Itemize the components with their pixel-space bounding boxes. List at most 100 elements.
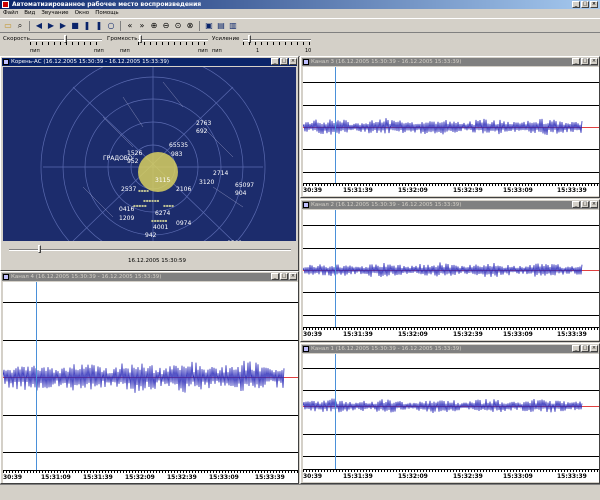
time-label: 15:33:09 — [209, 474, 239, 481]
radar-time-slider-thumb[interactable] — [38, 245, 41, 253]
channel-3-waveform[interactable] — [303, 67, 599, 183]
play-forward-icon[interactable]: ▶ — [58, 21, 68, 31]
minimize-button[interactable]: _ — [572, 201, 580, 208]
channel-3-controls: _ □ × — [572, 58, 598, 65]
menu-window[interactable]: Окно — [75, 9, 90, 18]
time-label: 15:33:09 — [503, 187, 533, 194]
maximize-button[interactable]: □ — [581, 1, 589, 8]
time-label: 15:31:39 — [343, 473, 373, 480]
radar-target-label: 65097 — [235, 182, 254, 189]
maximize-button[interactable]: □ — [280, 58, 288, 65]
skip-forward-icon[interactable]: » — [137, 21, 147, 31]
stop-icon[interactable]: ■ — [70, 21, 80, 31]
rewind-icon[interactable]: ◀ — [34, 21, 44, 31]
radar-display[interactable]: ГРАДОВО 2763 692 65535 983 2714 65097 90… — [3, 67, 296, 241]
volume-tick-min: пип — [120, 48, 130, 54]
gain-slider-track[interactable] — [243, 39, 311, 41]
channel-3-titlebar[interactable]: Канал 3 (16.12.2005 15:30:39 - 16.12.200… — [302, 58, 598, 66]
radar-target-label: 3120 — [199, 179, 214, 186]
channel-1-titlebar[interactable]: Канал 1 (16.12.2005 15:30:39 - 16.12.200… — [302, 345, 598, 353]
close-button[interactable]: × — [590, 201, 598, 208]
menu-view[interactable]: Вид — [24, 9, 35, 18]
channel-window-icon — [303, 202, 309, 208]
channel-4-waveform[interactable] — [3, 282, 298, 470]
channel-2-window: Канал 2 (16.12.2005 15:30:39 - 16.12.200… — [300, 199, 600, 342]
svg-text:▪▪▪▪: ▪▪▪▪ — [163, 203, 174, 208]
minimize-button[interactable]: _ — [572, 58, 580, 65]
playback-cursor[interactable] — [36, 282, 37, 470]
radar-target-label: 952 — [127, 158, 139, 165]
minimize-button[interactable]: _ — [271, 58, 279, 65]
time-label: 15:32:39 — [453, 473, 483, 480]
zoom-out-icon[interactable]: ⊖ — [161, 21, 171, 31]
radar-window: Корень-АС (16.12.2005 15:30:39 - 16.12.2… — [0, 56, 299, 271]
channel-3-time-scale: 30:39 15:31:39 15:32:09 15:32:39 15:33:0… — [303, 183, 599, 196]
maximize-button[interactable]: □ — [581, 345, 589, 352]
close-button[interactable]: × — [590, 345, 598, 352]
playback-cursor[interactable] — [335, 210, 336, 327]
minimize-button[interactable]: _ — [572, 345, 580, 352]
pause-alt-icon[interactable]: ❚ — [94, 21, 104, 31]
radar-target-label: 0974 — [176, 220, 191, 227]
time-label: 30:39 — [303, 331, 323, 338]
toolbar-separator — [199, 20, 200, 31]
time-label: 15:32:09 — [398, 187, 428, 194]
channel-window-icon — [303, 59, 309, 65]
loop-icon[interactable]: ○ — [106, 21, 116, 31]
menu-file[interactable]: Файл — [3, 9, 18, 18]
radar-target-label: 0501 — [227, 240, 242, 241]
tile-icon[interactable]: ▤ — [216, 21, 226, 31]
close-button[interactable]: × — [590, 1, 598, 8]
channel-2-controls: _ □ × — [572, 201, 598, 208]
maximize-button[interactable]: □ — [581, 58, 589, 65]
play-icon[interactable]: ▶ — [46, 21, 56, 31]
maximize-button[interactable]: □ — [581, 201, 589, 208]
menu-sound[interactable]: Звучание — [41, 9, 68, 18]
maximize-button[interactable]: □ — [280, 273, 288, 280]
waveform-plot — [303, 398, 583, 414]
minimize-button[interactable]: _ — [572, 1, 580, 8]
skip-back-icon[interactable]: « — [125, 21, 135, 31]
zoom-in-icon[interactable]: ⊕ — [149, 21, 159, 31]
menu-help[interactable]: Помощь — [95, 9, 118, 18]
channel-2-titlebar[interactable]: Канал 2 (16.12.2005 15:30:39 - 16.12.200… — [302, 201, 598, 209]
channel-1-waveform[interactable] — [303, 354, 599, 469]
playback-cursor[interactable] — [335, 354, 336, 469]
channel-3-window: Канал 3 (16.12.2005 15:30:39 - 16.12.200… — [300, 56, 600, 198]
radar-window-title: Корень-АС (16.12.2005 15:30:39 - 16.12.2… — [11, 59, 169, 65]
zoom-region-icon[interactable]: ⊗ — [185, 21, 195, 31]
time-label: 30:39 — [303, 187, 323, 194]
gain-tick-mid: 1 — [256, 48, 260, 54]
channel-1-time-scale: 30:39 15:31:39 15:32:09 15:32:39 15:33:0… — [303, 469, 599, 482]
close-button[interactable]: × — [590, 58, 598, 65]
pause-icon[interactable]: ❚ — [82, 21, 92, 31]
radar-window-icon — [3, 59, 9, 65]
search-icon[interactable]: ⌕ — [15, 21, 25, 31]
playback-cursor[interactable] — [335, 67, 336, 183]
channel-4-titlebar[interactable]: Канал 4 (16.12.2005 15:30:39 - 16.12.200… — [2, 273, 297, 281]
cascade-icon[interactable]: ▥ — [228, 21, 238, 31]
channel-1-title: Канал 1 (16.12.2005 15:30:39 - 16.12.200… — [311, 346, 462, 352]
close-button[interactable]: × — [289, 58, 297, 65]
close-button[interactable]: × — [289, 273, 297, 280]
window-titlebar: Автоматизированное рабочее место воспрои… — [0, 0, 600, 9]
volume-slider-track[interactable] — [138, 39, 208, 41]
gain-tick-min: пип — [212, 48, 222, 54]
zoom-fit-icon[interactable]: ⊙ — [173, 21, 183, 31]
minimize-button[interactable]: _ — [271, 273, 279, 280]
channel-2-waveform[interactable] — [303, 210, 599, 327]
radar-target-label: 4001 — [153, 224, 168, 231]
gain-label: Усиление — [212, 36, 240, 42]
waveform-plot — [3, 360, 285, 393]
window-icon[interactable]: ▣ — [204, 21, 214, 31]
radar-target-label: 2537 — [121, 186, 136, 193]
radar-window-titlebar[interactable]: Корень-АС (16.12.2005 15:30:39 - 16.12.2… — [2, 58, 297, 66]
volume-label: Громкость — [107, 36, 138, 42]
time-label: 15:33:39 — [557, 187, 587, 194]
channel-3-title: Канал 3 (16.12.2005 15:30:39 - 16.12.200… — [311, 59, 462, 65]
open-icon[interactable]: ▭ — [3, 21, 13, 31]
radar-target-label: 3115 — [155, 177, 170, 184]
time-label: 15:33:39 — [255, 474, 285, 481]
radar-time-slider-track[interactable] — [9, 249, 291, 251]
slider-bar: Скорость пип пип Громкость пип пип Усиле… — [0, 33, 600, 57]
